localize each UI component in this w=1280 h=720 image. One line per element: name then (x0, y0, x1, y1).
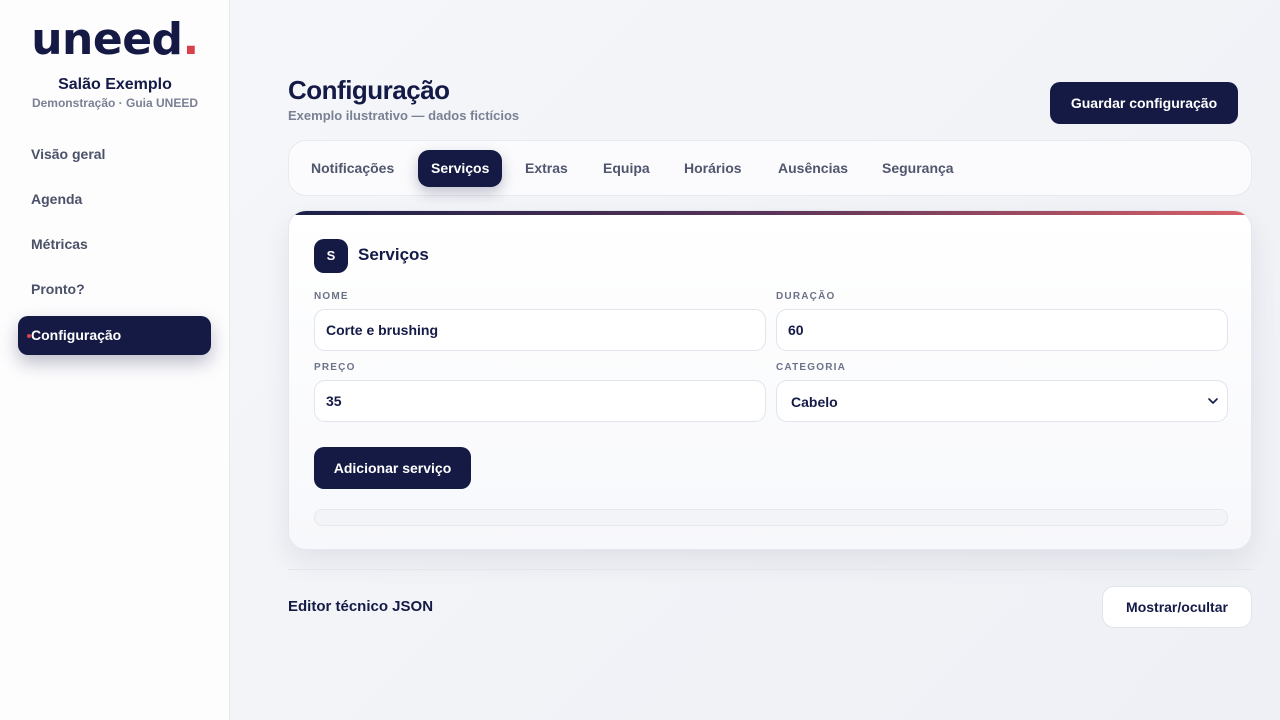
sidebar-item-metrics[interactable]: Métricas (18, 225, 211, 264)
price-input[interactable] (314, 380, 766, 422)
service-name-input[interactable] (314, 309, 766, 351)
show-hide-button[interactable]: Mostrar/ocultar (1102, 586, 1252, 628)
tab-schedules[interactable]: Horários (671, 150, 755, 187)
category-select[interactable]: Cabelo (776, 380, 1228, 422)
tab-extras[interactable]: Extras (512, 150, 581, 187)
section-badge: S (314, 239, 348, 273)
page-subtitle: Exemplo ilustrativo — dados fictícios (288, 108, 520, 123)
tab-absences[interactable]: Ausências (765, 150, 861, 187)
tab-security[interactable]: Segurança (869, 150, 967, 187)
sidebar-item-ready[interactable]: Pronto? (18, 270, 211, 309)
page-title: Configuração (288, 75, 450, 105)
category-label: CATEGORIA (776, 362, 847, 373)
services-card: S Serviços NOME DURAÇÃO PREÇO CATEGORIA … (288, 210, 1252, 550)
salon-name: Salão Exemplo (58, 76, 172, 93)
uneed-logo[interactable]: uneed. (0, 14, 230, 65)
sidebar-item-agenda[interactable]: Agenda (18, 180, 211, 219)
card-title: Serviços (358, 245, 429, 264)
chevron-down-icon (1208, 398, 1218, 404)
name-label: NOME (314, 291, 349, 302)
add-service-button[interactable]: Adicionar serviço (314, 447, 471, 489)
save-configuration-button[interactable]: Guardar configuração (1050, 82, 1238, 124)
salon-subtitle: Demonstração · Guia UNEED (31, 96, 199, 110)
duration-label: DURAÇÃO (776, 291, 836, 302)
tab-services[interactable]: Serviços (418, 150, 503, 187)
duration-input[interactable] (776, 309, 1228, 351)
category-selected-value: Cabelo (791, 394, 838, 410)
tab-team[interactable]: Equipa (590, 150, 663, 187)
json-editor-label: Editor técnico JSON (288, 598, 434, 615)
sidebar-item-configuration[interactable]: Configuração (18, 316, 211, 355)
section-divider (288, 569, 1252, 570)
services-list (314, 509, 1228, 526)
tab-notifications[interactable]: Notificações (298, 150, 407, 187)
settings-tabs: Notificações Serviços Extras Equipa Horá… (288, 140, 1252, 196)
sidebar: uneed. Salão Exemplo Demonstração · Guia… (0, 0, 230, 720)
card-accent-bar (289, 211, 1251, 215)
price-label: PREÇO (314, 362, 356, 373)
sidebar-item-overview[interactable]: Visão geral (18, 135, 211, 174)
